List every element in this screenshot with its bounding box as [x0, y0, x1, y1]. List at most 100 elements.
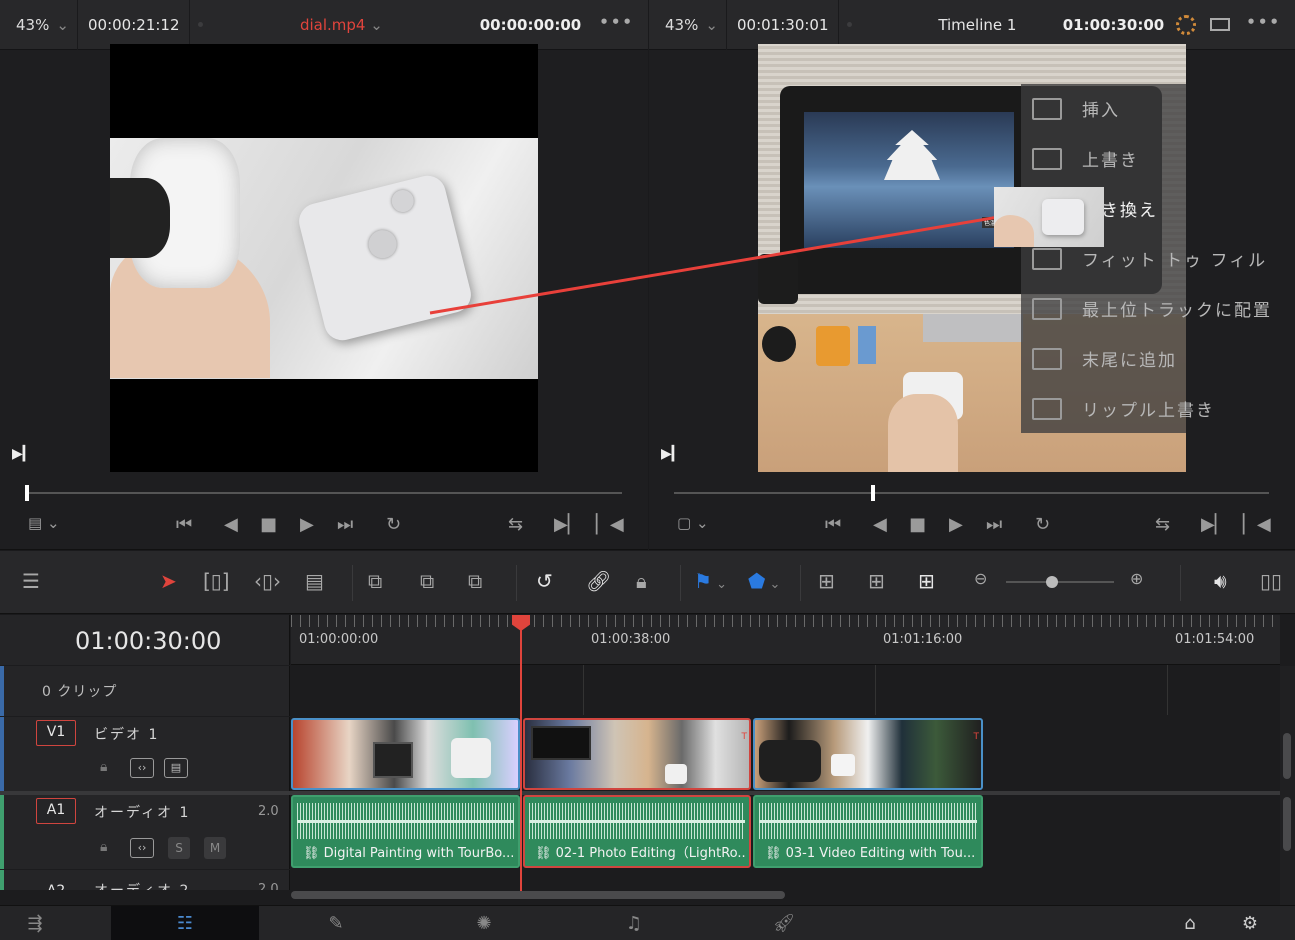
zoom-detail-icon[interactable]: ⊞: [868, 569, 885, 593]
marker-icon[interactable]: ⬟ ⌄: [748, 569, 780, 593]
ruler-timecode: 01:00:38:00: [591, 632, 671, 647]
video-clip-selected[interactable]: T: [523, 718, 751, 790]
track-video-icon[interactable]: ▤: [164, 758, 188, 778]
timeline-ruler[interactable]: 01:00:00:00 01:00:38:00 01:01:16:00 01:0…: [291, 615, 1280, 665]
zoom-full-icon[interactable]: ⊞: [818, 569, 835, 593]
jump-to-start-icon[interactable]: ⏮: [176, 514, 192, 535]
play-icon[interactable]: ▶: [949, 514, 963, 535]
settings-gear-icon[interactable]: ⚙: [1215, 906, 1285, 940]
dragged-clip-thumbnail[interactable]: [994, 187, 1104, 247]
timeline-scrub-bar[interactable]: [674, 492, 1269, 494]
color-page-icon[interactable]: ✺: [410, 906, 558, 940]
timeline-transport: ▢ ⌄ ⏮ ◀ ■ ▶ ⏭ ↻ ⇆ ▶▏ ▏◀: [649, 474, 1295, 550]
dynamic-trim-icon[interactable]: ‹▯›: [254, 569, 281, 593]
zoom-in-icon[interactable]: ⊕: [1130, 569, 1143, 588]
fit-to-fill-icon: [1032, 247, 1062, 270]
source-playhead[interactable]: [25, 485, 29, 501]
zoom-slider-knob[interactable]: [1046, 576, 1058, 588]
track-level-a1: 2.0: [258, 804, 279, 819]
fusion-page-icon[interactable]: ✎: [262, 906, 410, 940]
auto-select-icon[interactable]: ‹›: [130, 838, 154, 858]
overlay-item-overwrite[interactable]: 上書き: [1032, 146, 1139, 171]
track-badge-a1[interactable]: A1: [36, 798, 76, 824]
fairlight-page-icon[interactable]: ♫: [560, 906, 708, 940]
flag-icon[interactable]: ⚑ ⌄: [694, 569, 727, 593]
timeline-playhead-line[interactable]: [520, 621, 522, 891]
track-badge-a2[interactable]: A2: [36, 880, 76, 890]
track-lock-icon[interactable]: 🔒︎: [100, 759, 107, 775]
linked-selection-icon[interactable]: 🔗︎: [586, 569, 611, 593]
source-scrub-bar[interactable]: [26, 492, 622, 494]
mark-in-icon[interactable]: ▏◀: [1243, 514, 1271, 535]
mark-out-icon[interactable]: ▶▏: [554, 514, 582, 535]
ruler-timecode: 01:01:54:00: [1175, 632, 1255, 647]
auto-select-icon[interactable]: ‹›: [130, 758, 154, 778]
overlay-item-fit-to-fill[interactable]: フィット トゥ フィル: [1032, 246, 1267, 271]
replace-clip-icon[interactable]: ⧉: [468, 569, 482, 593]
stop-icon[interactable]: ■: [260, 514, 277, 535]
jump-to-end-icon[interactable]: ⏭: [337, 514, 353, 535]
zoom-out-icon[interactable]: ⊖: [974, 569, 987, 588]
mute-button[interactable]: M: [204, 837, 226, 859]
blade-tool-icon[interactable]: ▤: [305, 569, 324, 593]
overlay-item-ripple-overwrite[interactable]: リップル上書き: [1032, 396, 1215, 421]
match-frame-icon[interactable]: ⇆: [1155, 514, 1170, 535]
edit-toolbar: ☰ ➤ [▯] ‹▯› ▤ ⧉ ⧉ ⧉ ↺ 🔗︎ 🔒︎ ⚑ ⌄ ⬟ ⌄ ⊞ ⊞ …: [0, 551, 1295, 614]
position-lock-icon[interactable]: 🔒︎: [636, 569, 647, 593]
audio-clip[interactable]: ⛓︎ 03-1 Video Editing with Tou...: [753, 795, 983, 868]
cut-page-icon[interactable]: ⇶: [0, 906, 70, 940]
match-frame-icon[interactable]: ⇆: [508, 514, 523, 535]
loop-icon[interactable]: ↻: [386, 514, 401, 535]
audio-clip-selected[interactable]: ⛓︎ 02-1 Photo Editing（LightRo...: [523, 795, 751, 868]
trim-edit-icon[interactable]: [▯]: [203, 569, 230, 593]
video-clip[interactable]: [291, 718, 520, 790]
timeline-playhead[interactable]: [871, 485, 875, 501]
audio-clip[interactable]: ⛓︎ Digital Painting with TourBo...: [291, 795, 520, 868]
overlay-item-place-on-top[interactable]: 最上位トラックに配置: [1032, 296, 1272, 321]
safe-area-icon[interactable]: ▢ ⌄: [677, 514, 709, 532]
jump-to-start-icon[interactable]: ⏮: [825, 514, 841, 535]
zoom-slider[interactable]: [1006, 576, 1114, 588]
film-strip-icon[interactable]: ▤ ⌄: [28, 514, 60, 532]
mark-in-icon[interactable]: ▏◀: [596, 514, 624, 535]
overlay-item-append[interactable]: 末尾に追加: [1032, 346, 1177, 371]
ruler-timecode: 01:01:16:00: [883, 632, 963, 647]
track-header-v1[interactable]: V1 ビデオ 1 🔒︎ ‹› ▤: [0, 717, 290, 791]
timecode-header: 01:00:30:00: [0, 615, 290, 665]
speaker-icon[interactable]: 🔊︎: [1214, 569, 1227, 593]
track-level-a2: 2.0: [258, 882, 279, 890]
track-header-a1[interactable]: A1 オーディオ 1 2.0 🔒︎ ‹› S M: [0, 795, 290, 869]
horizontal-scrollbar[interactable]: [291, 891, 785, 899]
track-header-a2[interactable]: A2 オーディオ 2 2.0: [0, 870, 290, 890]
insert-clip-icon[interactable]: ⧉: [368, 569, 382, 593]
reverse-play-icon[interactable]: ◀: [224, 514, 238, 535]
mark-out-icon[interactable]: ▶▏: [1201, 514, 1229, 535]
waveform-center: [529, 820, 745, 823]
timeline-view-options-icon[interactable]: ☰: [22, 569, 40, 593]
deliver-page-icon[interactable]: 🚀︎: [710, 906, 858, 940]
video-clip[interactable]: T: [753, 718, 983, 790]
edit-page-icon[interactable]: ☷: [111, 906, 259, 940]
divider: [1180, 565, 1181, 601]
snapping-icon[interactable]: ↺: [536, 569, 553, 593]
vertical-scrollbar-v[interactable]: [1283, 733, 1291, 779]
stop-icon[interactable]: ■: [909, 514, 926, 535]
track-lock-icon[interactable]: 🔒︎: [100, 839, 107, 855]
grid-line: [583, 665, 584, 715]
waveform-center: [297, 820, 514, 823]
reverse-play-icon[interactable]: ◀: [873, 514, 887, 535]
jump-to-end-icon[interactable]: ⏭: [986, 514, 1002, 535]
timeline-panel: 01:00:30:00 01:00:00:00 01:00:38:00 01:0…: [0, 615, 1295, 905]
selection-tool-icon[interactable]: ➤: [160, 569, 177, 593]
solo-button[interactable]: S: [168, 837, 190, 859]
play-icon[interactable]: ▶: [300, 514, 314, 535]
overwrite-clip-icon[interactable]: ⧉: [420, 569, 434, 593]
track-name-a2: オーディオ 2: [94, 880, 190, 890]
loop-icon[interactable]: ↻: [1035, 514, 1050, 535]
clip-count-row: 0 クリップ: [0, 666, 290, 716]
overlay-item-insert[interactable]: 挿入: [1032, 96, 1120, 121]
vertical-scrollbar-a[interactable]: [1283, 797, 1291, 851]
zoom-custom-icon[interactable]: ⊞: [918, 569, 935, 593]
track-badge-v1[interactable]: V1: [36, 720, 76, 746]
audio-meter-icon[interactable]: ▯▯: [1260, 569, 1282, 593]
